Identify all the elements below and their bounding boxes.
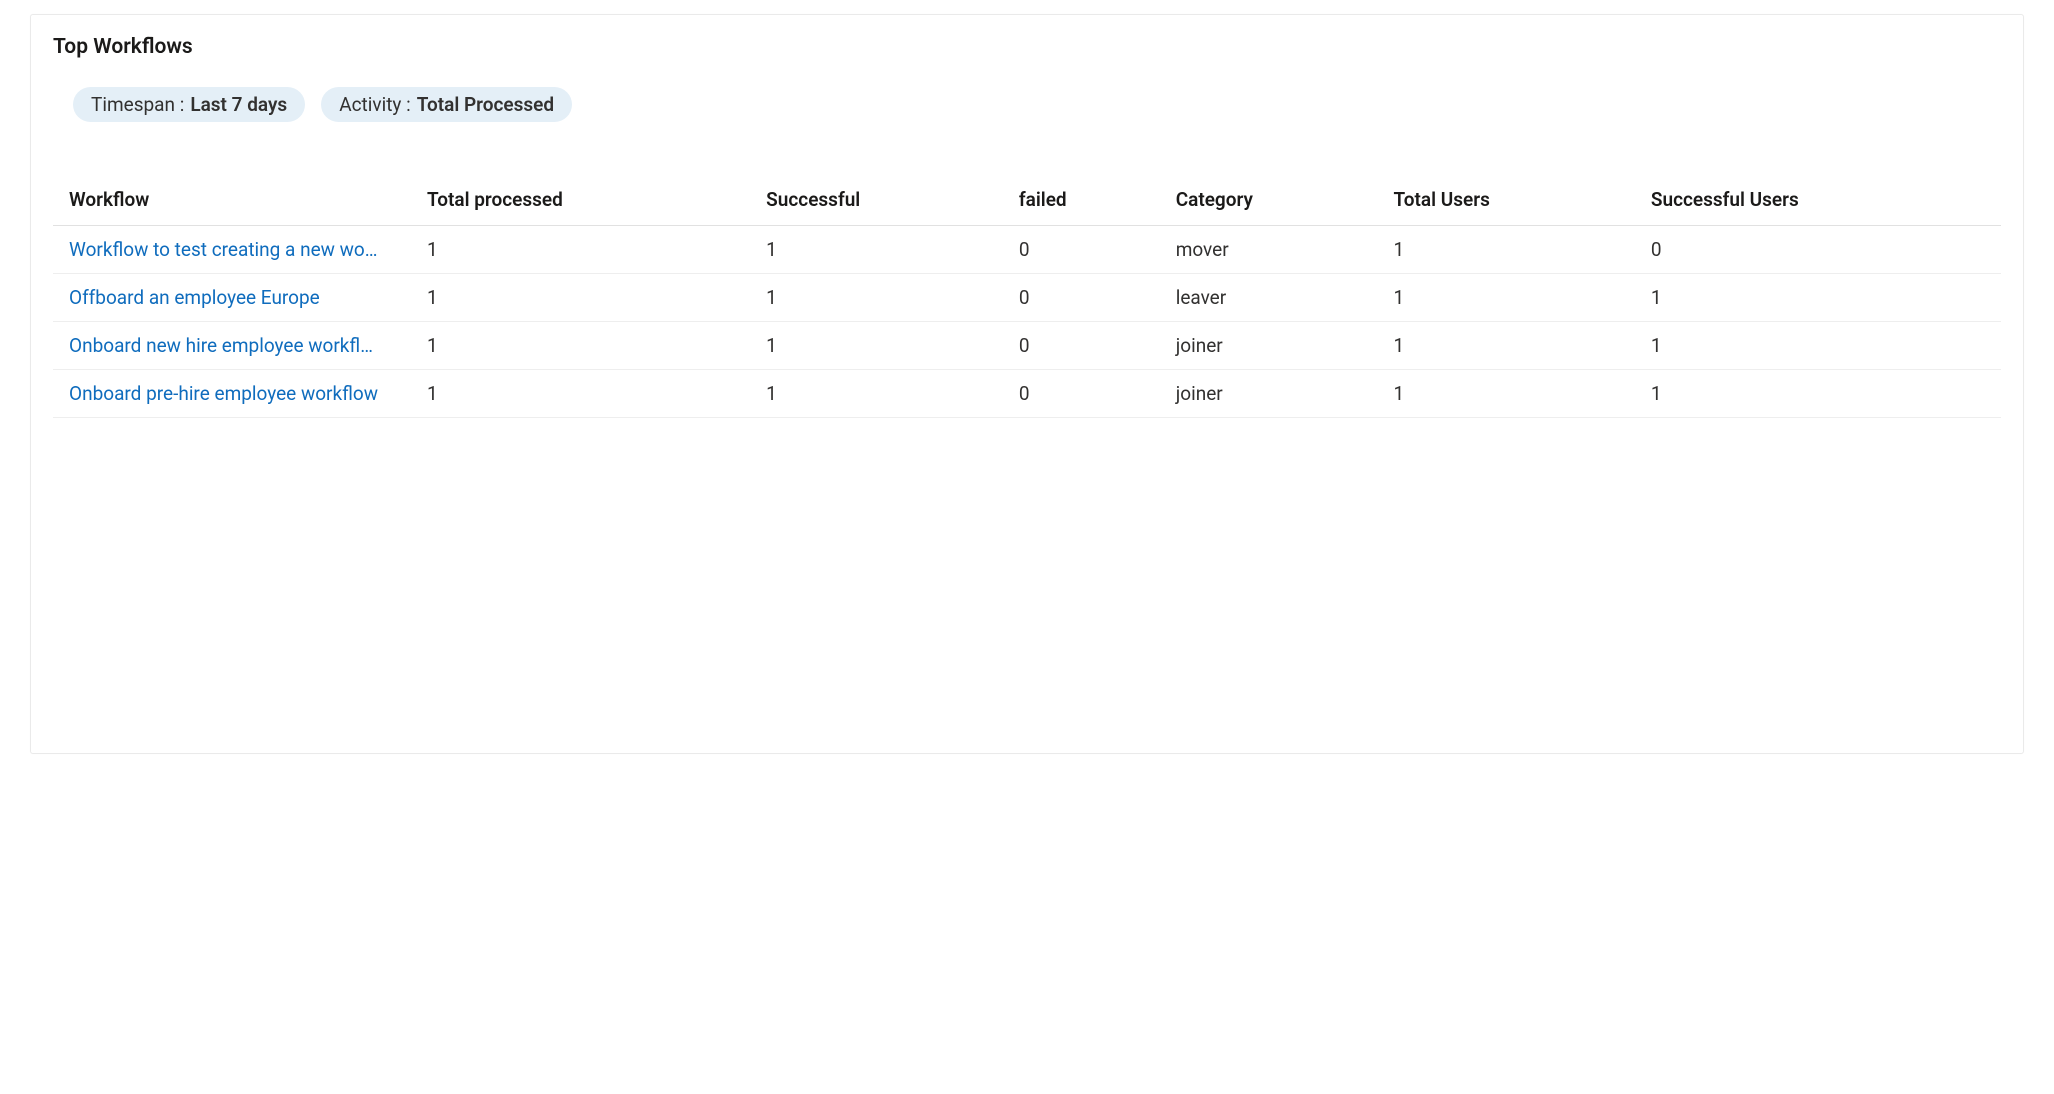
cell-failed: 0	[1005, 274, 1162, 322]
cell-total-processed: 1	[413, 274, 752, 322]
cell-total-processed: 1	[413, 322, 752, 370]
activity-label: Activity :	[339, 93, 411, 116]
cell-failed: 0	[1005, 370, 1162, 418]
cell-category: joiner	[1162, 322, 1380, 370]
cell-total-users: 1	[1380, 322, 1637, 370]
workflow-link[interactable]: Workflow to test creating a new workflow	[69, 238, 379, 261]
cell-category: leaver	[1162, 274, 1380, 322]
activity-chip[interactable]: Activity : Total Processed	[321, 87, 572, 122]
timespan-value: Last 7 days	[190, 93, 287, 116]
workflow-link[interactable]: Offboard an employee Europe	[69, 286, 320, 309]
cell-workflow: Onboard pre-hire employee workflow	[53, 370, 413, 418]
col-failed[interactable]: failed	[1005, 178, 1162, 226]
table-row: Offboard an employee Europe110leaver11	[53, 274, 2001, 322]
table-row: Onboard new hire employee workflow110joi…	[53, 322, 2001, 370]
filter-chips: Timespan : Last 7 days Activity : Total …	[53, 87, 2001, 122]
col-successful-users[interactable]: Successful Users	[1637, 178, 2001, 226]
cell-failed: 0	[1005, 322, 1162, 370]
workflows-table: Workflow Total processed Successful fail…	[53, 178, 2001, 418]
cell-workflow: Offboard an employee Europe	[53, 274, 413, 322]
workflow-link[interactable]: Onboard new hire employee workflow	[69, 334, 379, 357]
cell-successful-users: 1	[1637, 274, 2001, 322]
cell-successful: 1	[752, 226, 1005, 274]
activity-value: Total Processed	[417, 93, 554, 116]
cell-workflow: Onboard new hire employee workflow	[53, 322, 413, 370]
cell-total-processed: 1	[413, 370, 752, 418]
top-workflows-card: Top Workflows Timespan : Last 7 days Act…	[30, 14, 2024, 754]
col-total-processed[interactable]: Total processed	[413, 178, 752, 226]
col-workflow[interactable]: Workflow	[53, 178, 413, 226]
cell-successful-users: 0	[1637, 226, 2001, 274]
timespan-label: Timespan :	[91, 93, 184, 116]
cell-successful-users: 1	[1637, 322, 2001, 370]
table-row: Workflow to test creating a new workflow…	[53, 226, 2001, 274]
cell-total-users: 1	[1380, 370, 1637, 418]
cell-successful: 1	[752, 370, 1005, 418]
cell-successful-users: 1	[1637, 370, 2001, 418]
cell-total-users: 1	[1380, 226, 1637, 274]
workflow-link[interactable]: Onboard pre-hire employee workflow	[69, 382, 378, 405]
col-total-users[interactable]: Total Users	[1380, 178, 1637, 226]
col-category[interactable]: Category	[1162, 178, 1380, 226]
cell-category: mover	[1162, 226, 1380, 274]
cell-total-users: 1	[1380, 274, 1637, 322]
timespan-chip[interactable]: Timespan : Last 7 days	[73, 87, 305, 122]
card-title: Top Workflows	[53, 35, 2001, 59]
table-header-row: Workflow Total processed Successful fail…	[53, 178, 2001, 226]
table-row: Onboard pre-hire employee workflow110joi…	[53, 370, 2001, 418]
cell-successful: 1	[752, 274, 1005, 322]
col-successful[interactable]: Successful	[752, 178, 1005, 226]
cell-failed: 0	[1005, 226, 1162, 274]
cell-successful: 1	[752, 322, 1005, 370]
cell-workflow: Workflow to test creating a new workflow	[53, 226, 413, 274]
cell-total-processed: 1	[413, 226, 752, 274]
cell-category: joiner	[1162, 370, 1380, 418]
